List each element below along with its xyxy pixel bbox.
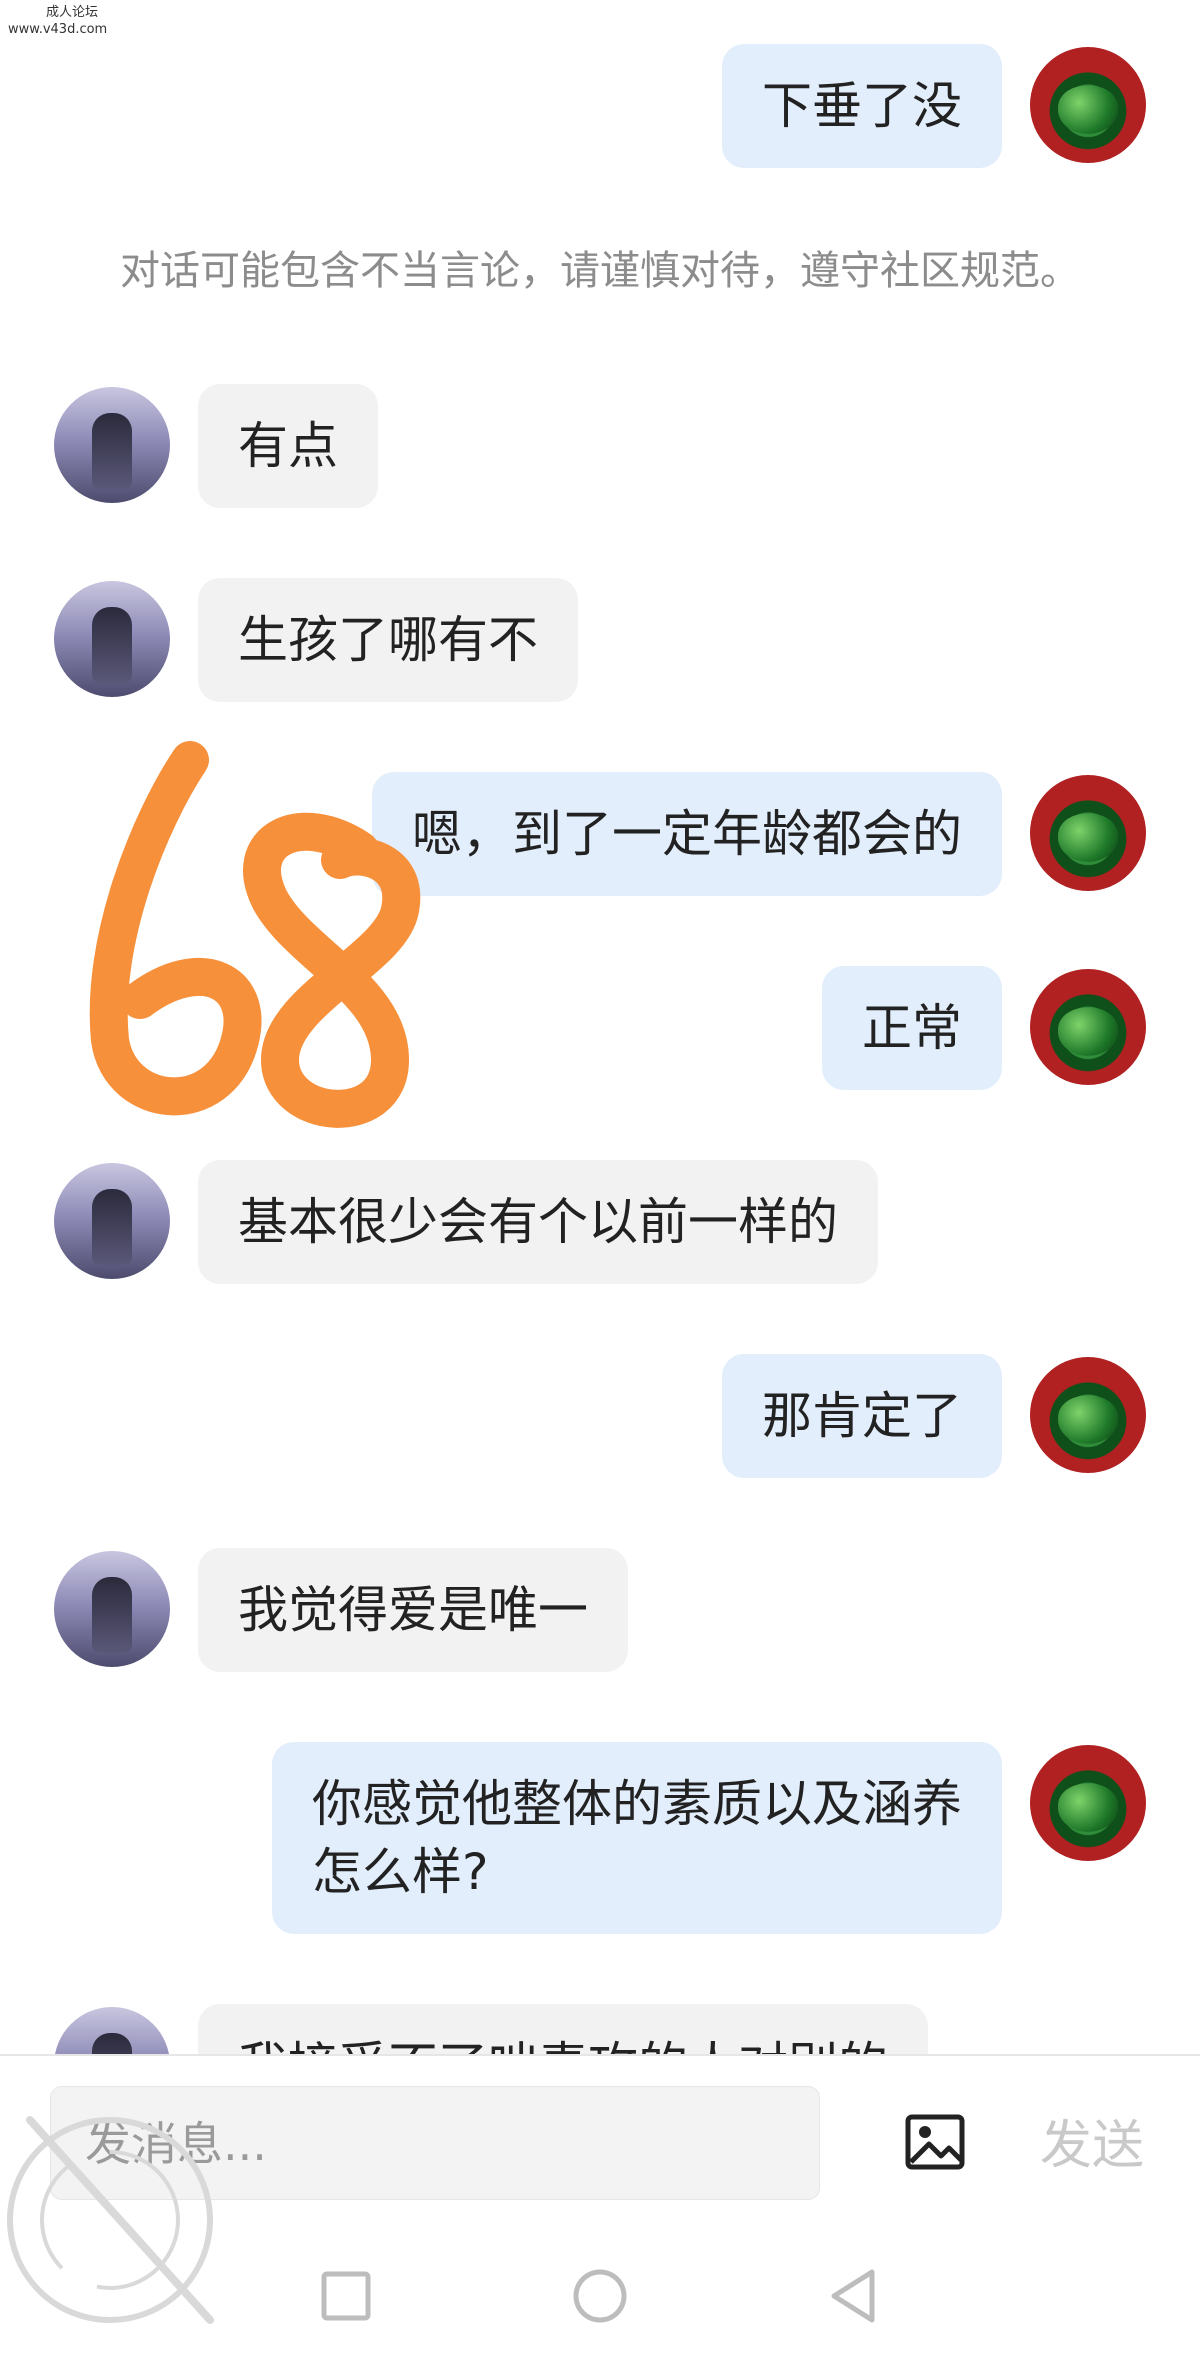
message-bubble-incoming[interactable]: 我觉得爱是唯一: [198, 1548, 628, 1672]
teapot-avatar[interactable]: [1030, 1745, 1146, 1861]
handwritten-68-overlay: [89, 741, 421, 1128]
anime-girl-avatar[interactable]: [54, 1551, 170, 1667]
message-bubble-outgoing[interactable]: 那肯定了: [722, 1354, 1002, 1478]
home-icon[interactable]: [560, 2256, 640, 2336]
teapot-avatar[interactable]: [1030, 47, 1146, 163]
message-bubble-outgoing[interactable]: 你感觉他整体的素质以及涵养 怎么样?: [272, 1742, 1002, 1934]
message-bubble-outgoing[interactable]: 正常: [822, 966, 1002, 1090]
teapot-avatar[interactable]: [1030, 775, 1146, 891]
recent-apps-icon[interactable]: [306, 2256, 386, 2336]
teapot-avatar[interactable]: [1030, 1357, 1146, 1473]
message-input[interactable]: 发消息...: [50, 2086, 820, 2200]
anime-girl-avatar[interactable]: [54, 581, 170, 697]
send-button[interactable]: 发送: [1040, 2116, 1144, 2176]
message-bubble-incoming[interactable]: 基本很少会有个以前一样的: [198, 1160, 878, 1284]
message-bubble-incoming[interactable]: 有点: [198, 384, 378, 508]
anime-girl-avatar[interactable]: [54, 1163, 170, 1279]
anime-girl-avatar[interactable]: [54, 2007, 170, 2055]
message-bubble-incoming[interactable]: 生孩了哪有不: [198, 578, 578, 702]
teapot-avatar[interactable]: [1030, 969, 1146, 1085]
message-bubble-outgoing[interactable]: 下垂了没: [722, 44, 1002, 168]
message-composer: 发消息... 发送: [0, 2056, 1200, 2236]
system-nav-bar: [0, 2236, 1200, 2359]
image-icon[interactable]: [905, 2114, 965, 2170]
handwritten-digit-6: [89, 741, 262, 1116]
anime-girl-avatar[interactable]: [54, 387, 170, 503]
chat-area[interactable]: 下垂了没 对话可能包含不当言论，请谨慎对待，遵守社区规范。 有点 生孩了哪有不 …: [0, 0, 1200, 2055]
message-bubble-incoming[interactable]: 我接受不了咄毒攻的人对别的: [198, 2004, 928, 2055]
back-icon[interactable]: [814, 2256, 894, 2336]
handwritten-digit-8: [243, 812, 421, 1128]
community-notice: 对话可能包含不当言论，请谨慎对待，遵守社区规范。: [120, 248, 1080, 294]
